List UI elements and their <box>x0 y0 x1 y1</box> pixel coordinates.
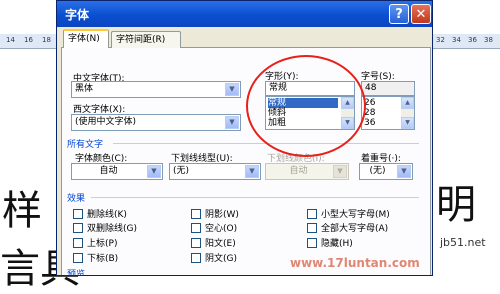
chevron-down-icon: ▼ <box>397 165 411 178</box>
emphasis-value: (无) <box>369 166 386 176</box>
size-option[interactable]: 36 <box>364 118 375 128</box>
subscript-label: 下标(B) <box>87 254 119 264</box>
chevron-down-icon: ▼ <box>147 165 161 178</box>
watermark-text: www.17luntan.com <box>290 256 420 270</box>
underline-style-value: (无) <box>173 166 190 176</box>
strikethrough-checkbox[interactable] <box>73 209 83 219</box>
chevron-down-icon: ▼ <box>333 165 347 178</box>
chinese-font-select[interactable]: 黑体 ▼ <box>71 81 241 98</box>
effects-section-label: 效果 <box>67 194 86 204</box>
all-caps-checkbox[interactable] <box>307 223 317 233</box>
dialog-title: 字体 <box>65 8 90 22</box>
shadow-label: 阴影(W) <box>205 210 239 220</box>
chevron-down-icon: ▼ <box>245 165 259 178</box>
small-caps-checkbox[interactable] <box>307 209 317 219</box>
ruler-number: 38 <box>484 36 493 44</box>
document-text: 明 <box>436 182 476 228</box>
ruler-number: 14 <box>6 36 15 44</box>
tab-char-spacing[interactable]: 字符间距(R) <box>111 31 181 48</box>
ruler-number: 36 <box>468 36 477 44</box>
help-button[interactable]: ? <box>389 4 409 24</box>
engrave-checkbox[interactable] <box>191 253 201 263</box>
strikethrough-label: 删除线(K) <box>87 210 127 220</box>
preview-section-label: 预览 <box>67 270 86 276</box>
ruler-number: 34 <box>452 36 461 44</box>
chevron-up-icon[interactable]: ▲ <box>401 97 414 109</box>
double-strikethrough-label: 双删除线(G) <box>87 224 137 234</box>
emboss-label: 阳文(E) <box>205 239 236 249</box>
chinese-font-value: 黑体 <box>75 84 94 94</box>
superscript-label: 上标(P) <box>87 239 118 249</box>
engrave-label: 阴文(G) <box>205 254 237 264</box>
all-caps-label: 全部大写字母(A) <box>321 224 389 234</box>
document-text: 样 <box>2 188 42 234</box>
size-input[interactable]: 48 <box>361 81 415 96</box>
outline-checkbox[interactable] <box>191 223 201 233</box>
outline-label: 空心(O) <box>205 224 238 234</box>
chevron-down-icon: ▼ <box>225 116 239 129</box>
shadow-checkbox[interactable] <box>191 209 201 219</box>
chevron-down-icon: ▼ <box>225 83 239 96</box>
emphasis-select[interactable]: (无) ▼ <box>359 163 413 180</box>
ruler-number: 16 <box>24 36 33 44</box>
all-text-section-label: 所有文字 <box>67 140 104 150</box>
tab-font[interactable]: 字体(N) <box>63 29 109 48</box>
close-button[interactable]: ✕ <box>411 4 431 24</box>
size-scrollbar[interactable]: ▲ ▼ <box>401 97 414 129</box>
superscript-checkbox[interactable] <box>73 238 83 248</box>
divider <box>91 197 419 198</box>
hidden-checkbox[interactable] <box>307 238 317 248</box>
ruler-number: 18 <box>42 36 51 44</box>
underline-color-select[interactable]: 自动 ▼ <box>265 163 349 180</box>
subscript-checkbox[interactable] <box>73 253 83 263</box>
annotation-circle <box>246 55 366 157</box>
title-bar <box>57 1 432 27</box>
western-font-select[interactable]: (使用中文字体) ▼ <box>71 114 241 131</box>
chevron-down-icon[interactable]: ▼ <box>401 117 414 129</box>
size-list: 26 28 36 ▲ ▼ <box>361 96 415 130</box>
font-dialog: 字体 ? ✕ 字体(N) 字符间距(R) 中文字体(T): 黑体 ▼ 西文字体(… <box>56 0 433 276</box>
underline-color-value: 自动 <box>289 166 308 176</box>
font-color-value: 自动 <box>99 166 118 176</box>
font-color-select[interactable]: 自动 ▼ <box>71 163 163 180</box>
western-font-value: (使用中文字体) <box>75 117 137 127</box>
watermark-site: jb51.net <box>440 236 486 249</box>
double-strikethrough-checkbox[interactable] <box>73 223 83 233</box>
small-caps-label: 小型大写字母(M) <box>321 210 390 220</box>
underline-style-select[interactable]: (无) ▼ <box>169 163 261 180</box>
hidden-label: 隐藏(H) <box>321 239 353 249</box>
emboss-checkbox[interactable] <box>191 238 201 248</box>
ruler-number: 32 <box>436 36 445 44</box>
